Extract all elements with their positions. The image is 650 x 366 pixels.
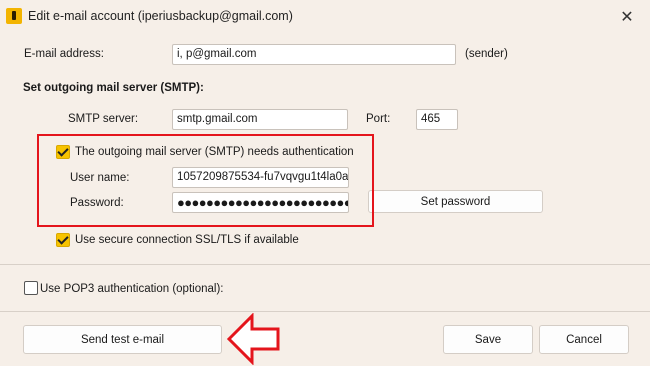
email-address-label: E-mail address: bbox=[24, 48, 104, 60]
email-address-field[interactable]: i, p@gmail.com bbox=[172, 44, 456, 65]
footer-bar: Send test e-mail Save Cancel bbox=[0, 312, 650, 366]
smtp-auth-checkbox[interactable] bbox=[56, 145, 70, 159]
send-test-email-button[interactable]: Send test e-mail bbox=[23, 325, 222, 354]
username-field[interactable]: 1057209875534-fu7vqvgu1t4la0ag bbox=[172, 167, 349, 188]
title-bar: Edit e-mail account (iperiusbackup@gmail… bbox=[0, 0, 650, 33]
port-label: Port: bbox=[366, 113, 391, 125]
smtp-server-label: SMTP server: bbox=[68, 113, 139, 125]
smtp-server-field[interactable]: smtp.gmail.com bbox=[172, 109, 348, 130]
save-button[interactable]: Save bbox=[443, 325, 533, 354]
left-arrow-annotation-icon bbox=[226, 313, 280, 365]
ssl-tls-label[interactable]: Use secure connection SSL/TLS if availab… bbox=[75, 234, 299, 246]
smtp-section-heading: Set outgoing mail server (SMTP): bbox=[23, 82, 204, 94]
smtp-auth-label[interactable]: The outgoing mail server (SMTP) needs au… bbox=[75, 146, 354, 158]
sender-hint: (sender) bbox=[465, 48, 508, 60]
password-field[interactable]: ●●●●●●●●●●●●●●●●●●●●●●●●● bbox=[172, 192, 349, 213]
set-password-button[interactable]: Set password bbox=[368, 190, 543, 213]
close-button[interactable]: ✕ bbox=[604, 0, 650, 33]
iperius-app-icon bbox=[6, 8, 22, 24]
port-field[interactable]: 465 bbox=[416, 109, 458, 130]
ssl-tls-checkbox[interactable] bbox=[56, 233, 70, 247]
pop3-auth-label[interactable]: Use POP3 authentication (optional): bbox=[40, 283, 223, 295]
pop3-auth-checkbox[interactable] bbox=[24, 281, 38, 295]
window-title: Edit e-mail account (iperiusbackup@gmail… bbox=[28, 9, 293, 23]
password-label: Password: bbox=[70, 197, 124, 209]
section-divider bbox=[0, 264, 650, 265]
cancel-button[interactable]: Cancel bbox=[539, 325, 629, 354]
username-label: User name: bbox=[70, 172, 130, 184]
